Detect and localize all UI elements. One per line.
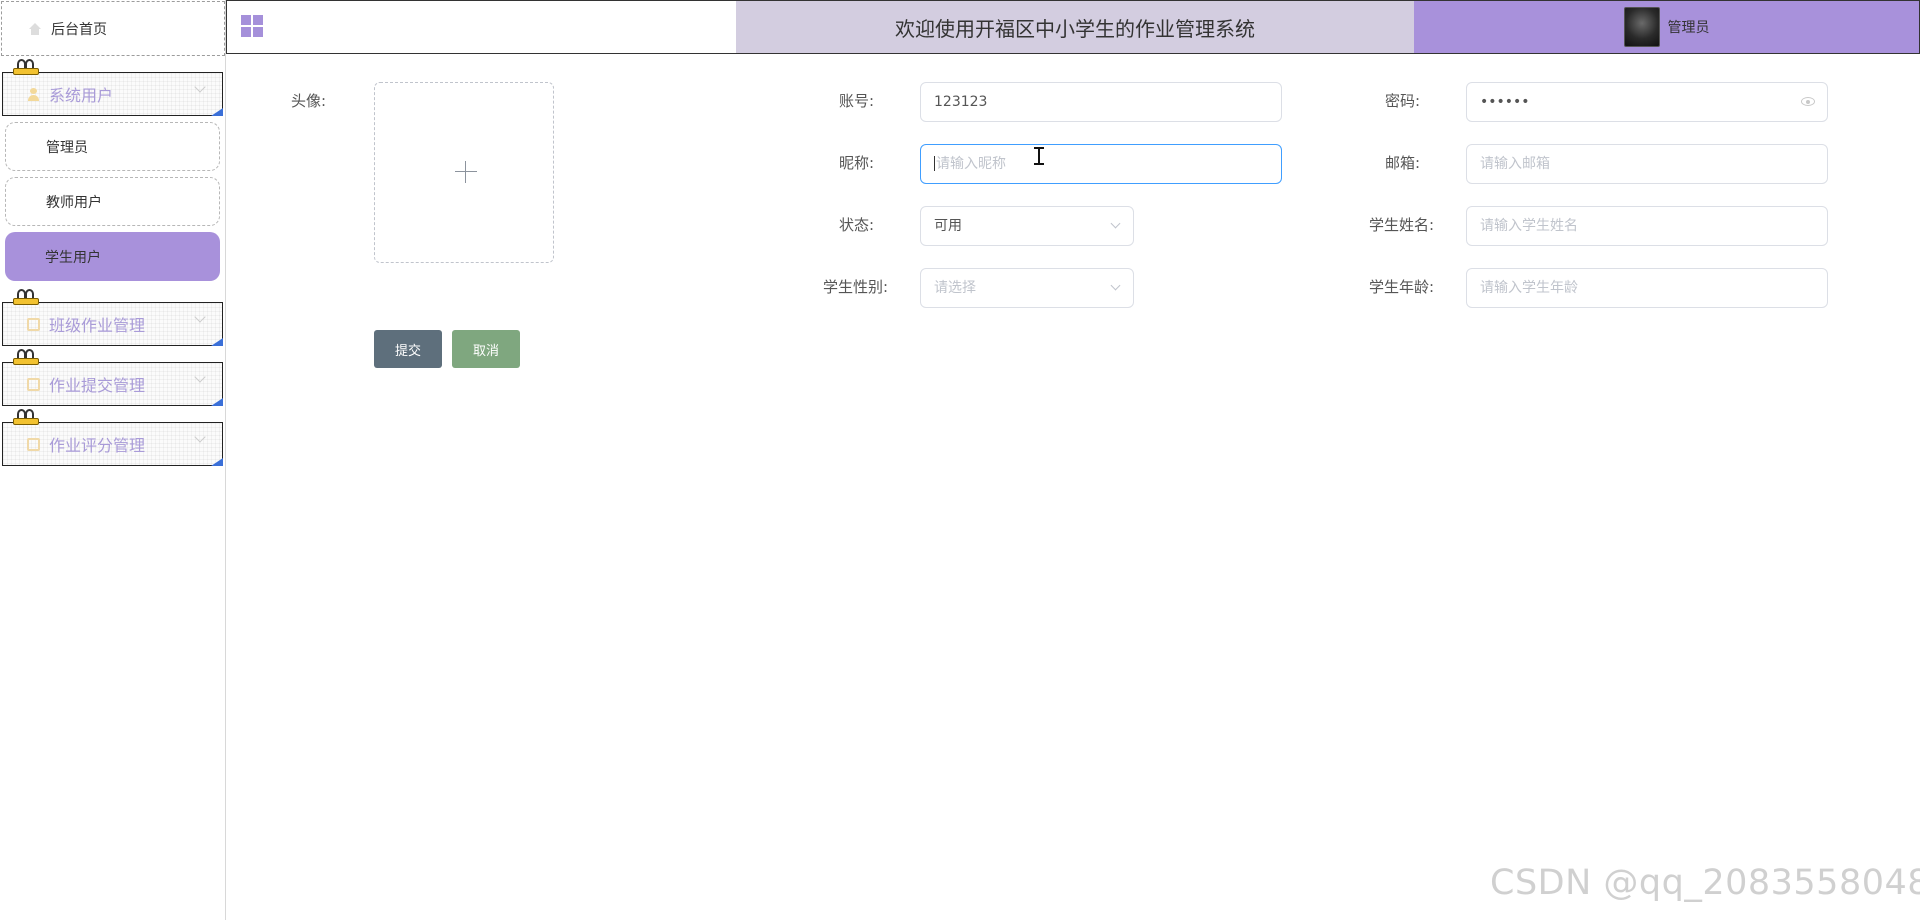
sidebar-item-label: 学生用户: [45, 249, 101, 266]
account-label: 账号:: [838, 92, 874, 110]
email-field[interactable]: 请输入邮箱: [1466, 144, 1828, 184]
sidebar-group-label: 班级作业管理: [49, 316, 146, 335]
user-icon: [27, 87, 40, 101]
home-icon: [28, 22, 42, 35]
plus-icon: [455, 161, 477, 183]
chevron-down-icon: [194, 431, 206, 443]
sidebar-item-teacher-users[interactable]: 教师用户: [5, 177, 220, 226]
watermark: CSDN @qq_2083558048: [1490, 863, 1920, 903]
document-icon: [27, 317, 40, 331]
sidebar-item-student-users[interactable]: 学生用户: [5, 232, 220, 281]
sidebar-group-homework-grading[interactable]: 作业评分管理: [2, 409, 223, 466]
sidebar: 后台首页 系统用户 管理员 教师用户 学生用户 班级作业管理 作业提交管理 作业…: [0, 0, 226, 920]
student-name-placeholder: 请输入学生姓名: [1480, 218, 1578, 234]
text-cursor-icon: [1034, 147, 1044, 165]
status-select[interactable]: 可用: [920, 206, 1134, 246]
sidebar-item-label: 教师用户: [46, 194, 102, 211]
sidebar-item-home[interactable]: 后台首页: [1, 1, 225, 56]
nickname-field[interactable]: 请输入昵称: [920, 144, 1282, 184]
age-label: 学生年龄:: [1368, 278, 1434, 296]
status-label: 状态:: [838, 216, 874, 234]
binder-clip-icon: [11, 349, 41, 367]
document-icon: [27, 437, 40, 451]
menu-toggle-icon[interactable]: [241, 15, 263, 37]
password-field[interactable]: ••••••: [1466, 82, 1828, 122]
sidebar-group-class-homework[interactable]: 班级作业管理: [2, 289, 223, 346]
student-name-field[interactable]: 请输入学生姓名: [1466, 206, 1828, 246]
sidebar-item-label: 后台首页: [51, 21, 107, 38]
top-header: 欢迎使用开福区中小学生的作业管理系统 管理员: [226, 0, 1920, 54]
binder-clip-icon: [11, 409, 41, 427]
submit-button[interactable]: 提交: [374, 330, 442, 368]
gender-select[interactable]: 请选择: [920, 268, 1134, 308]
app-root: 后台首页 系统用户 管理员 教师用户 学生用户 班级作业管理 作业提交管理 作业…: [0, 0, 1920, 920]
page-corner-icon: [211, 108, 223, 116]
cancel-button[interactable]: 取消: [452, 330, 520, 368]
page-title: 欢迎使用开福区中小学生的作业管理系统: [736, 1, 1414, 53]
password-label: 密码:: [1384, 92, 1420, 110]
status-value: 可用: [934, 218, 962, 234]
user-name: 管理员: [1667, 20, 1710, 36]
page-corner-icon: [211, 458, 223, 466]
chevron-down-icon: [194, 311, 206, 323]
binder-clip-icon: [11, 289, 41, 307]
chevron-up-icon: [194, 81, 206, 93]
binder-clip-icon: [11, 59, 41, 77]
avatar-uploader[interactable]: [374, 82, 554, 263]
password-value: ••••••: [1480, 94, 1530, 110]
student-name-label: 学生姓名:: [1368, 216, 1434, 234]
email-placeholder: 请输入邮箱: [1480, 156, 1550, 172]
sidebar-item-label: 管理员: [46, 139, 88, 156]
email-label: 邮箱:: [1384, 154, 1420, 172]
gender-placeholder: 请选择: [934, 280, 976, 296]
sidebar-group-label: 系统用户: [49, 86, 114, 105]
document-icon: [27, 377, 40, 391]
sidebar-group-label: 作业评分管理: [49, 436, 146, 455]
age-placeholder: 请输入学生年龄: [1480, 280, 1578, 296]
nickname-placeholder: 请输入昵称: [936, 156, 1006, 172]
account-field[interactable]: 123123: [920, 82, 1282, 122]
user-menu[interactable]: 管理员: [1414, 1, 1919, 53]
eye-icon[interactable]: [1801, 97, 1815, 106]
sidebar-item-admin[interactable]: 管理员: [5, 122, 220, 171]
sidebar-group-homework-submission[interactable]: 作业提交管理: [2, 349, 223, 406]
chevron-down-icon: [194, 371, 206, 383]
age-field[interactable]: 请输入学生年龄: [1466, 268, 1828, 308]
avatar: [1623, 7, 1660, 47]
gender-label: 学生性别:: [822, 278, 888, 296]
nickname-label: 昵称:: [838, 154, 874, 172]
account-value: 123123: [934, 94, 988, 110]
sidebar-group-system-users[interactable]: 系统用户: [2, 59, 223, 116]
text-caret: [934, 156, 935, 171]
chevron-down-icon: [1110, 218, 1121, 229]
avatar-label: 头像:: [290, 92, 326, 110]
page-corner-icon: [211, 338, 223, 346]
chevron-down-icon: [1110, 280, 1121, 291]
page-corner-icon: [211, 398, 223, 406]
sidebar-group-label: 作业提交管理: [49, 376, 146, 395]
